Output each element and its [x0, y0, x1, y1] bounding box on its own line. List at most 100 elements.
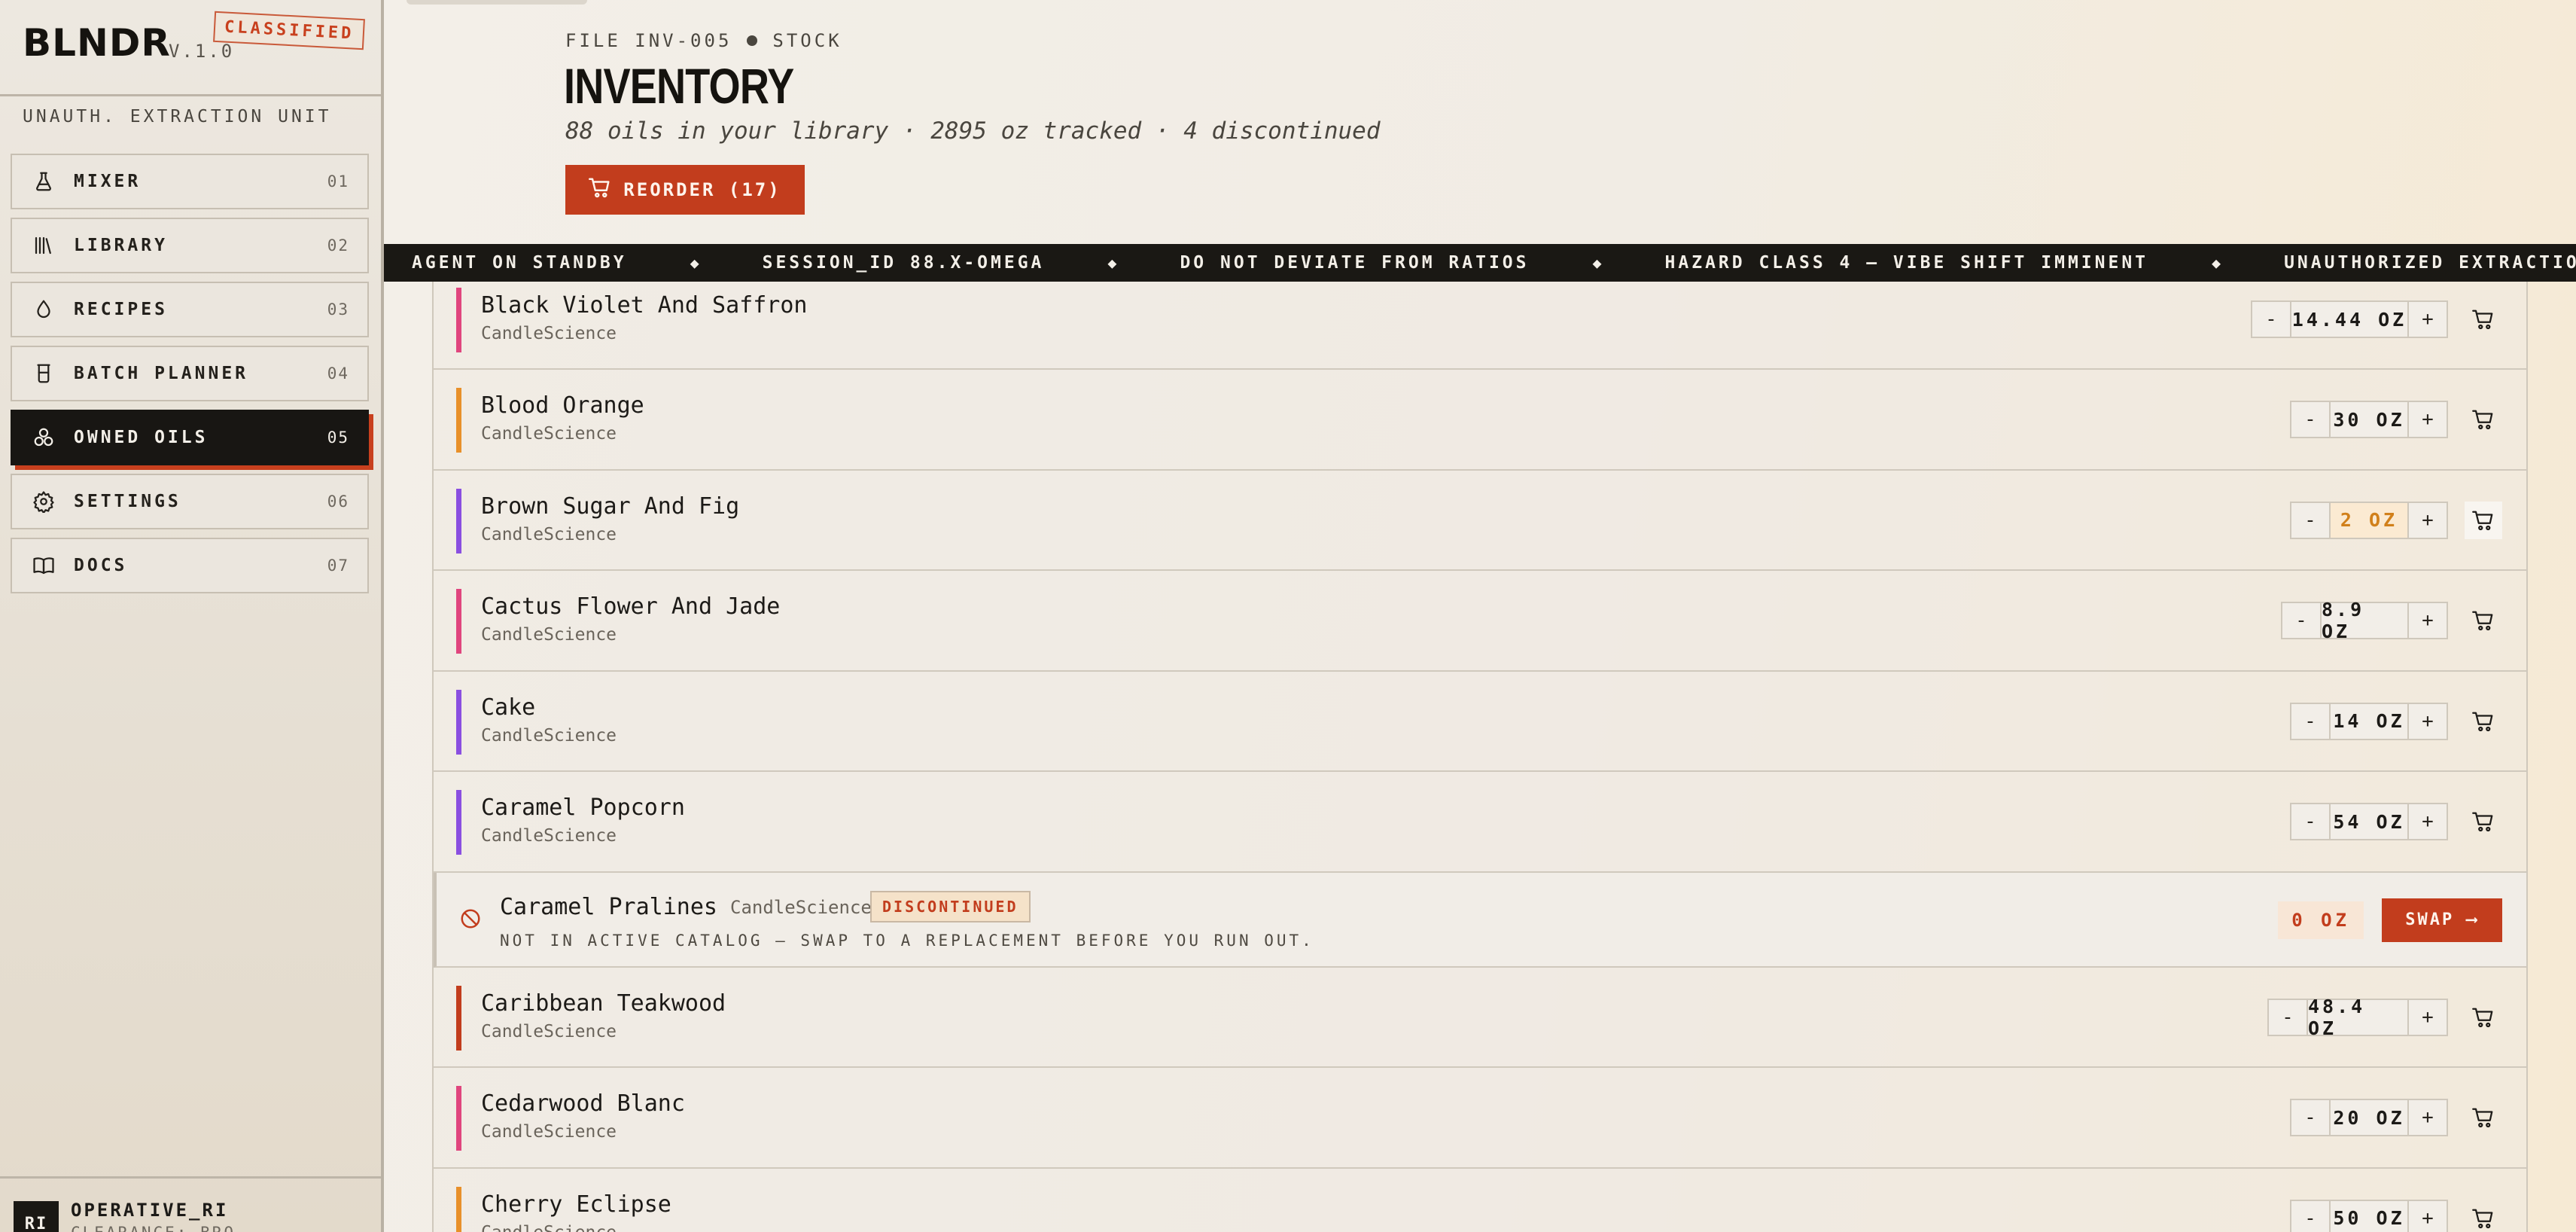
quantity-value[interactable]: 48.4 OZ	[2307, 996, 2409, 1039]
gear-icon	[29, 490, 59, 513]
increment-button[interactable]: +	[2409, 1100, 2447, 1135]
increment-button[interactable]: +	[2409, 302, 2447, 337]
decrement-button[interactable]: -	[2252, 302, 2290, 337]
oil-brand: CandleScience	[481, 424, 617, 444]
ticker-message: AGENT ON STANDBY	[412, 253, 627, 273]
oil-color-stripe	[456, 288, 461, 352]
add-to-cart-button[interactable]	[2465, 401, 2502, 438]
add-to-cart-button[interactable]	[2465, 703, 2502, 740]
add-to-cart-button[interactable]	[2465, 999, 2502, 1036]
decrement-button[interactable]: -	[2282, 603, 2320, 638]
diamond-separator-icon: ◆	[690, 254, 699, 272]
sidebar-item-mixer[interactable]: MIXER 01	[11, 154, 369, 209]
oil-color-stripe	[456, 790, 461, 855]
sidebar-item-library[interactable]: LIBRARY 02	[11, 218, 369, 273]
oil-name: Blood Orange	[481, 392, 644, 419]
brand-logo[interactable]: BLNDR	[23, 21, 171, 65]
sidebar-item-number: 04	[327, 364, 349, 383]
cart-icon	[2472, 309, 2495, 330]
increment-button[interactable]: +	[2409, 1201, 2447, 1232]
file-id: FILE INV-005	[565, 30, 732, 51]
add-to-cart-button[interactable]	[2465, 501, 2502, 539]
increment-button[interactable]: +	[2409, 603, 2447, 638]
increment-button[interactable]: +	[2409, 804, 2447, 839]
quantity-value[interactable]: 54 OZ	[2329, 804, 2409, 839]
oil-list: Black Violet And Saffron CandleScience -14…	[432, 282, 2528, 1232]
increment-button[interactable]: +	[2409, 402, 2447, 437]
oil-brand: CandleScience	[481, 524, 617, 544]
decrement-button[interactable]: -	[2291, 503, 2329, 538]
oil-quantity: 0 OZ	[2278, 901, 2364, 939]
decrement-button[interactable]: -	[2291, 804, 2329, 839]
page-title: INVENTORY	[564, 58, 794, 114]
quantity-stepper: -14 OZ +	[2290, 702, 2448, 740]
user-panel[interactable]: RI OPERATIVE_RI CLEARANCE: BRO	[0, 1176, 381, 1232]
cart-icon	[2472, 610, 2495, 631]
add-to-cart-button[interactable]	[2465, 300, 2502, 338]
add-to-cart-button[interactable]	[2465, 803, 2502, 840]
increment-button[interactable]: +	[2409, 1000, 2447, 1035]
add-to-cart-button[interactable]	[2465, 1099, 2502, 1136]
book-icon	[29, 554, 59, 577]
quantity-value[interactable]: 2 OZ	[2329, 502, 2409, 538]
page-subtitle: 88 oils in your library · 2895 oz tracke…	[565, 117, 1381, 145]
sidebar-item-label: DOCS	[74, 556, 128, 575]
breadcrumb: FILE INV-005 STOCK	[565, 30, 842, 51]
sidebar-item-number: 01	[327, 172, 349, 191]
discontinued-badge: DISCONTINUED	[870, 890, 1031, 922]
swap-button[interactable]: SWAP ⟶	[2382, 898, 2502, 942]
oil-color-stripe	[456, 388, 461, 453]
add-to-cart-button[interactable]	[2465, 1200, 2502, 1232]
ticker-message: SESSION_ID 88.X-OMEGA	[762, 253, 1045, 273]
ticker-message: DO NOT DEVIATE FROM RATIOS	[1180, 253, 1530, 273]
user-clearance: CLEARANCE: BRO	[71, 1224, 236, 1232]
oil-color-stripe	[456, 589, 461, 654]
quantity-value[interactable]: 30 OZ	[2329, 402, 2409, 437]
decrement-button[interactable]: -	[2291, 704, 2329, 739]
cart-icon	[2472, 510, 2495, 531]
diamond-separator-icon: ◆	[1592, 254, 1602, 272]
quantity-stepper: -2 OZ +	[2290, 501, 2448, 539]
decrement-button[interactable]: -	[2269, 1000, 2307, 1035]
increment-button[interactable]: +	[2409, 503, 2447, 538]
oil-name: Cake	[481, 694, 536, 721]
oil-row: Cake CandleScience -14 OZ +	[434, 671, 2526, 772]
reorder-button[interactable]: REORDER (17)	[565, 165, 805, 215]
ticker-message: UNAUTHORIZED EXTRACTION UNIT	[2284, 253, 2576, 273]
sidebar-item-owned-oils[interactable]: OWNED OILS 05	[11, 410, 369, 465]
prohibited-icon	[459, 907, 482, 933]
sidebar-item-number: 05	[327, 428, 349, 447]
oil-row: Cherry Eclipse CandleScience -50 OZ+	[434, 1168, 2526, 1232]
diamond-separator-icon: ◆	[2212, 254, 2221, 272]
sidebar-item-number: 06	[327, 492, 349, 511]
quantity-value[interactable]: 14.44 OZ	[2290, 302, 2409, 337]
decrement-button[interactable]: -	[2291, 1201, 2329, 1232]
oil-color-stripe	[456, 1186, 461, 1232]
add-to-cart-button[interactable]	[2465, 602, 2502, 639]
quantity-stepper: -14.44 OZ +	[2251, 300, 2448, 338]
decrement-button[interactable]: -	[2291, 402, 2329, 437]
sidebar-item-label: BATCH PLANNER	[74, 364, 249, 383]
oil-color-stripe	[456, 488, 461, 553]
quantity-value[interactable]: 20 OZ	[2329, 1100, 2409, 1135]
increment-button[interactable]: +	[2409, 704, 2447, 739]
oil-color-stripe	[456, 1086, 461, 1151]
sidebar-item-docs[interactable]: DOCS 07	[11, 538, 369, 593]
sidebar-item-recipes[interactable]: RECIPES 03	[11, 282, 369, 337]
quantity-stepper: -8.9 OZ +	[2281, 599, 2448, 642]
sidebar-item-batch-planner[interactable]: BATCH PLANNER 04	[11, 346, 369, 401]
oil-row-discontinued: Caramel Pralines CandleScience DISCONTINUE…	[434, 872, 2526, 968]
status-ticker: AGENT ON STANDBY ◆ SESSION_ID 88.X-OMEGA ◆ D…	[384, 244, 2576, 282]
avatar[interactable]: RI	[14, 1201, 59, 1232]
quantity-value[interactable]: 14 OZ	[2329, 703, 2409, 739]
dot-separator-icon	[747, 35, 758, 46]
sidebar-item-number: 02	[327, 236, 349, 255]
quantity-stepper: -48.4 OZ +	[2267, 996, 2448, 1039]
oil-name: Caribbean Teakwood	[481, 990, 726, 1017]
sidebar-item-settings[interactable]: SETTINGS 06	[11, 474, 369, 529]
sidebar-item-label: OWNED OILS	[74, 428, 209, 447]
sidebar-item-label: MIXER	[74, 172, 142, 191]
decrement-button[interactable]: -	[2291, 1100, 2329, 1135]
quantity-value[interactable]: 8.9 OZ	[2320, 599, 2409, 642]
quantity-value[interactable]: 50 OZ	[2329, 1200, 2409, 1232]
